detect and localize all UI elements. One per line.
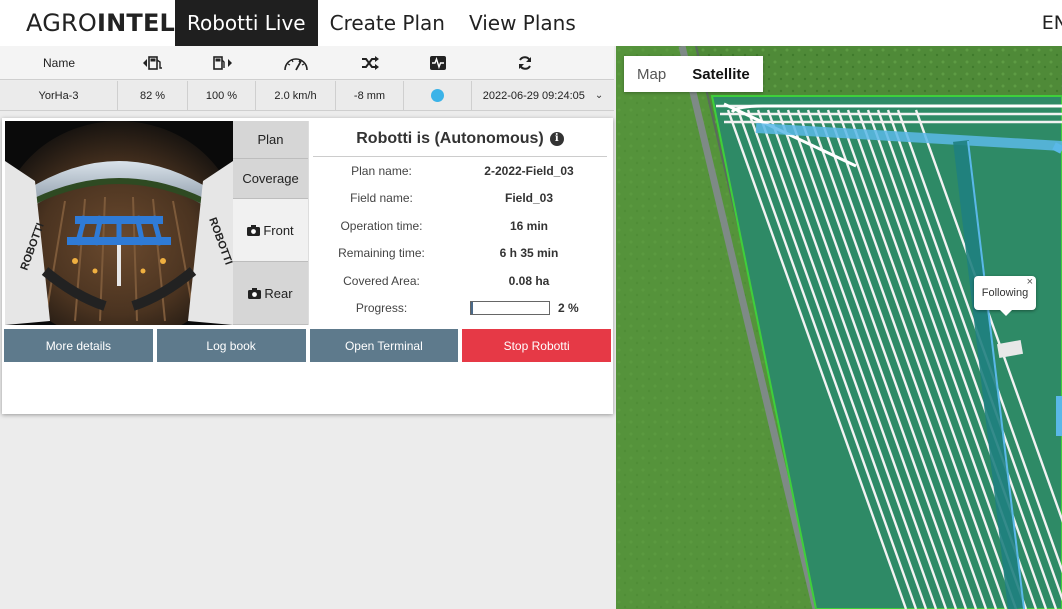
map-imagery bbox=[616, 46, 1062, 609]
tab-rear-label: Rear bbox=[264, 285, 293, 301]
tab-rear[interactable]: Rear bbox=[233, 262, 308, 325]
tab-coverage[interactable]: Coverage bbox=[233, 159, 308, 199]
tab-plan[interactable]: Plan bbox=[233, 121, 308, 159]
map-toggle-button[interactable]: Map bbox=[624, 56, 679, 92]
info-row-operation-time: Operation time: 16 min bbox=[309, 212, 611, 240]
info-row-progress: Progress: 2 % bbox=[309, 295, 611, 323]
info-value: 2-2022-Field_03 bbox=[484, 163, 574, 178]
stop-robotti-button[interactable]: Stop Robotti bbox=[462, 329, 611, 362]
speedometer-icon bbox=[256, 46, 336, 80]
top-nav: AGROINTELLI Robotti Live Create Plan Vie… bbox=[0, 0, 1062, 46]
tab-front[interactable]: Front bbox=[233, 199, 308, 262]
brand-light-text: AGRO bbox=[26, 9, 97, 37]
info-label: Covered Area: bbox=[343, 273, 420, 288]
info-value: 0.08 ha bbox=[508, 273, 550, 288]
info-value: Field_03 bbox=[504, 191, 554, 206]
info-row-plan: Plan name: 2-2022-Field_03 bbox=[309, 157, 611, 185]
nav-tab-view-plans[interactable]: View Plans bbox=[457, 0, 588, 46]
view-tabs: Plan Coverage Front Rear bbox=[233, 121, 308, 325]
info-row-field: Field name: Field_03 bbox=[309, 185, 611, 213]
camera-icon bbox=[248, 287, 262, 299]
info-label: Field name: bbox=[350, 191, 413, 206]
status-header-row: Name bbox=[0, 46, 614, 80]
open-terminal-button[interactable]: Open Terminal bbox=[309, 329, 459, 362]
robot-panel: Name YorHa-3 82 % 100 % 2.0 km/h -8 mm 2… bbox=[0, 46, 616, 609]
robot-details-card: ROBOTTI ROBOTTI Plan Coverage Front Rear… bbox=[2, 118, 613, 414]
shuffle-icon bbox=[336, 46, 404, 80]
satellite-toggle-button[interactable]: Satellite bbox=[679, 56, 763, 92]
progress-indicator: 2 % bbox=[470, 301, 579, 316]
status-dot bbox=[431, 89, 444, 102]
action-buttons: More details Log book Open Terminal Stop… bbox=[4, 329, 611, 362]
fuel-right-icon bbox=[188, 46, 256, 80]
chevron-down-icon[interactable]: ⌄ bbox=[595, 90, 603, 101]
fuel-right-value: 100 % bbox=[188, 80, 256, 111]
robot-name: YorHa-3 bbox=[0, 80, 118, 111]
info-label: Remaining time: bbox=[338, 246, 425, 261]
robot-popup: Following × bbox=[974, 276, 1036, 316]
close-icon[interactable]: × bbox=[1027, 276, 1033, 288]
camera-feed: ROBOTTI ROBOTTI bbox=[5, 121, 233, 325]
timestamp-cell[interactable]: 2022-06-29 09:24:05 ⌄ bbox=[472, 81, 614, 111]
robot-popup-text: Following bbox=[981, 287, 1029, 299]
progress-fill bbox=[471, 302, 473, 315]
map-type-toggle: Map Satellite bbox=[624, 56, 763, 92]
camera-icon bbox=[247, 224, 261, 236]
nav-tab-robotti-live[interactable]: Robotti Live bbox=[175, 0, 318, 46]
depth-value: -8 mm bbox=[336, 80, 404, 111]
satellite-map[interactable]: Map Satellite Following × bbox=[616, 46, 1062, 609]
more-details-button[interactable]: More details bbox=[4, 329, 153, 362]
pulse-icon bbox=[404, 46, 472, 80]
speed-value: 2.0 km/h bbox=[256, 80, 336, 111]
nav-tab-create-plan[interactable]: Create Plan bbox=[318, 0, 457, 46]
progress-bar bbox=[470, 301, 550, 316]
info-row-remaining-time: Remaining time: 6 h 35 min bbox=[309, 240, 611, 268]
info-label: Progress: bbox=[355, 301, 408, 316]
refresh-icon[interactable] bbox=[472, 46, 578, 80]
info-label: Operation time: bbox=[340, 218, 423, 233]
brand-logo[interactable]: AGROINTELLI bbox=[26, 9, 199, 37]
fuel-left-icon bbox=[118, 46, 188, 80]
status-indicator bbox=[404, 80, 472, 111]
info-row-covered-area: Covered Area: 0.08 ha bbox=[309, 267, 611, 295]
info-icon[interactable]: i bbox=[549, 131, 564, 146]
tab-front-label: Front bbox=[263, 222, 294, 238]
popup-arrow bbox=[1000, 310, 1012, 316]
robot-status-title-text: Robotti is (Autonomous) bbox=[356, 129, 544, 147]
language-selector[interactable]: EN bbox=[1042, 12, 1062, 34]
log-book-button[interactable]: Log book bbox=[156, 329, 306, 362]
name-column-header: Name bbox=[42, 55, 75, 70]
info-value: 6 h 35 min bbox=[499, 246, 559, 261]
status-value-row[interactable]: YorHa-3 82 % 100 % 2.0 km/h -8 mm 2022-0… bbox=[0, 80, 614, 111]
fuel-left-value: 82 % bbox=[118, 80, 188, 111]
progress-text: 2 % bbox=[558, 301, 579, 316]
info-value: 16 min bbox=[509, 218, 548, 233]
timestamp-value: 2022-06-29 09:24:05 bbox=[482, 89, 585, 102]
robot-status-title: Robotti is (Autonomous) i bbox=[313, 121, 607, 157]
info-label: Plan name: bbox=[351, 163, 412, 178]
robot-info-panel: Robotti is (Autonomous) i Plan name: 2-202… bbox=[308, 121, 611, 325]
